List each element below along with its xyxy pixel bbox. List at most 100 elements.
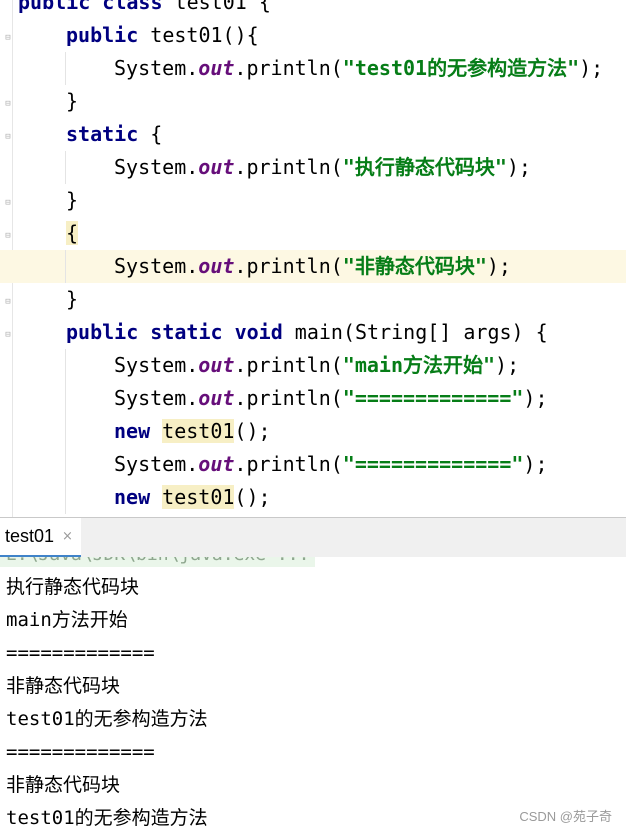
indent-guide (65, 349, 66, 382)
code-token: .println( (234, 155, 343, 179)
code-line[interactable]: System.out.println("============="); (0, 382, 626, 415)
string-token: "=============" (342, 386, 524, 410)
field-token: out (198, 452, 235, 476)
code-token: .println( (234, 452, 343, 476)
console-output[interactable]: E:\Java\JDK\bin\java.exe ... 执行静态代码块 main… (0, 557, 626, 831)
code-token: System. (114, 353, 199, 377)
code-text: System.out.println("============="); (114, 448, 548, 481)
code-line[interactable]: System.out.println("main方法开始"); (0, 349, 626, 382)
code-text: new test01(); (114, 481, 271, 514)
code-line[interactable]: { (0, 217, 626, 250)
string-token: "main方法开始" (342, 353, 496, 377)
code-text: public test01(){ (66, 19, 259, 52)
run-tab-label: test01 (5, 526, 55, 546)
code-token: (); (234, 419, 271, 443)
keyword-token: new (114, 485, 163, 509)
code-token: ); (523, 386, 548, 410)
keyword-token: public class (18, 0, 175, 14)
code-text: public static void main(String[] args) { (66, 316, 548, 349)
keyword-token: new (114, 419, 163, 443)
code-token: } (66, 287, 79, 311)
code-token: System. (114, 155, 199, 179)
code-token: main(String[] args) { (294, 320, 548, 344)
code-line[interactable]: static { (0, 118, 626, 151)
keyword-token: public static void (66, 320, 295, 344)
code-text: new test01(); (114, 415, 271, 448)
keyword-token: static (66, 122, 151, 146)
code-token: System. (114, 452, 199, 476)
console-command-line: E:\Java\JDK\bin\java.exe ... (0, 557, 316, 567)
code-text: System.out.println("非静态代码块"); (114, 250, 511, 283)
code-text: } (66, 283, 78, 316)
code-token: ); (523, 452, 548, 476)
console-line: test01的无参构造方法 (6, 807, 208, 829)
keyword-token: public (66, 23, 151, 47)
code-token: ); (506, 155, 531, 179)
code-token: .println( (234, 56, 343, 80)
console-line: 执行静态代码块 (6, 576, 140, 598)
field-token: out (198, 56, 235, 80)
code-editor[interactable]: ⊟ ⊟ ⊟ ⊟ ⊟ ⊟ ⊟ public class test01 {publi… (0, 0, 626, 517)
code-text: } (66, 85, 78, 118)
code-text: } (66, 184, 78, 217)
console-line: main方法开始 (6, 609, 128, 631)
code-line[interactable]: new test01(); (0, 481, 626, 514)
code-token: test01 (162, 419, 235, 443)
code-line[interactable]: System.out.println("执行静态代码块"); (0, 151, 626, 184)
close-icon[interactable]: × (62, 529, 73, 544)
code-token: ); (495, 353, 520, 377)
indent-guide (65, 415, 66, 448)
code-token: } (66, 188, 79, 212)
run-tab[interactable]: test01 × (0, 518, 81, 557)
code-token: { (150, 122, 163, 146)
code-text: System.out.println("test01的无参构造方法"); (114, 52, 603, 85)
code-token: test01(){ (150, 23, 259, 47)
indent-guide (65, 151, 66, 184)
code-line[interactable]: } (0, 85, 626, 118)
code-text: public class test01 { (18, 0, 271, 19)
code-token: System. (114, 56, 199, 80)
code-line[interactable]: public test01(){ (0, 19, 626, 52)
code-token: .println( (234, 386, 343, 410)
code-line[interactable]: public class test01 { (0, 0, 626, 19)
code-line[interactable]: } (0, 184, 626, 217)
code-line[interactable]: } (0, 283, 626, 316)
code-line[interactable]: System.out.println("非静态代码块"); (0, 250, 626, 283)
field-token: out (198, 254, 235, 278)
code-token: test01 { (174, 0, 271, 14)
code-token: System. (114, 386, 199, 410)
code-token: test01 (162, 485, 235, 509)
string-token: "=============" (342, 452, 524, 476)
indent-guide (65, 448, 66, 481)
code-token: { (66, 221, 79, 245)
code-line[interactable]: System.out.println("test01的无参构造方法"); (0, 52, 626, 85)
console-line: test01的无参构造方法 (6, 708, 208, 730)
string-token: "test01的无参构造方法" (342, 56, 580, 80)
code-token: System. (114, 254, 199, 278)
code-text: static { (66, 118, 162, 151)
code-token: (); (234, 485, 271, 509)
field-token: out (198, 353, 235, 377)
code-text: System.out.println("============="); (114, 382, 548, 415)
indent-guide (65, 52, 66, 85)
console-line: 非静态代码块 (6, 675, 121, 697)
code-token: .println( (234, 353, 343, 377)
code-text: { (66, 217, 79, 250)
code-line[interactable]: public static void main(String[] args) { (0, 316, 626, 349)
run-tool-window-tabs: test01 × (0, 517, 626, 557)
code-line[interactable]: new test01(); (0, 415, 626, 448)
indent-guide (65, 382, 66, 415)
code-token: ); (486, 254, 511, 278)
field-token: out (198, 386, 235, 410)
watermark: CSDN @苑子奇 (519, 809, 612, 824)
code-text: System.out.println("执行静态代码块"); (114, 151, 531, 184)
code-text: System.out.println("main方法开始"); (114, 349, 519, 382)
console-line: 非静态代码块 (6, 774, 121, 796)
code-line[interactable]: System.out.println("============="); (0, 448, 626, 481)
indent-guide (65, 250, 66, 283)
console-line: ============= (6, 642, 155, 664)
console-line: ============= (6, 741, 155, 763)
code-token: .println( (234, 254, 343, 278)
string-token: "非静态代码块" (342, 254, 487, 278)
code-token: ); (579, 56, 604, 80)
